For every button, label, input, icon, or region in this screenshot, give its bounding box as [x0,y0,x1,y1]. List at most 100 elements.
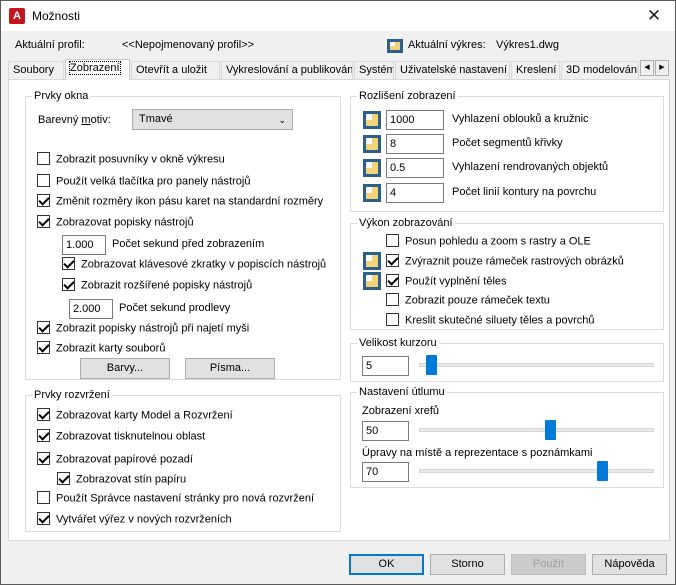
inplace-fade-slider[interactable] [419,469,654,473]
performance-setting-icon [363,252,381,270]
checkbox-model-layout-tabs[interactable]: Zobrazovat karty Model a Rozvržení [37,408,233,425]
checkbox-create-viewport[interactable]: Vytvářet výřez v nových rozvrženích [37,512,232,529]
profile-row: Aktuální profil: <<Nepojmenovaný profil>… [15,39,661,55]
polyline-segments-label: Počet segmentů křivky [452,137,563,149]
checkbox-solid-fill[interactable]: Použít vyplnění těles [386,274,507,291]
current-profile-label: Aktuální profil: [15,39,85,51]
inplace-fade-input[interactable]: 70 [362,462,409,482]
checkbox-text-frame[interactable]: Zobrazit pouze rámeček textu [386,293,550,310]
checkbox-large-buttons[interactable]: Použít velká tlačítka pro panely nástroj… [37,174,250,191]
checkbox-silhouettes[interactable]: Kreslit skutečné siluety těles a povrchů [386,313,595,330]
checkbox-paper-shadow[interactable]: Zobrazovat stín papíru [57,472,186,489]
tooltip-delay-input[interactable]: 1.000 [62,235,106,255]
color-scheme-label: Barevný motiv: [38,114,111,126]
inplace-slider-thumb[interactable] [596,461,608,481]
crosshair-size-input[interactable]: 5 [362,356,409,376]
rendered-smoothness-input[interactable]: 0.5 [386,158,444,178]
fonts-button[interactable]: Písma... [185,358,275,379]
apply-button[interactable]: Použít [511,554,586,575]
xref-fade-slider[interactable] [419,428,654,432]
crosshair-size-slider[interactable] [419,363,654,367]
checkbox-box[interactable] [37,152,50,165]
current-drawing-label: Aktuální výkres: [408,39,486,51]
tab-scroll-left-icon[interactable]: ◀ [640,60,654,76]
drawing-file-icon [387,39,403,53]
ok-button[interactable]: OK [349,554,424,575]
tab-otevrit-ulozit[interactable]: Otevřít a uložit [131,61,220,79]
contour-lines-label: Počet linií kontury na povrchu [452,186,597,198]
checkbox-shortcut-keys[interactable]: Zobrazovat klávesové zkratky v popiscích… [62,257,326,274]
checkbox-printable-area[interactable]: Zobrazovat tisknutelnou oblast [37,429,205,446]
current-profile-value: <<Nepojmenovaný profil>> [122,39,255,51]
current-drawing-value: Výkres1.dwg [496,39,559,51]
checkbox-box[interactable] [37,512,50,525]
checkbox-box[interactable] [37,429,50,442]
tab-kresleni[interactable]: Kreslení [511,61,560,79]
tab-strip: Soubory Zobrazení Otevřít a uložit Vykre… [8,59,670,80]
arc-smoothness-input[interactable]: 1000 [386,110,444,130]
checkbox-rollover-tooltips[interactable]: Zobrazit popisky nástrojů při najetí myš… [37,321,249,338]
display-performance-legend: Výkon zobrazování [359,217,453,229]
checkbox-box[interactable] [37,215,50,228]
checkbox-box[interactable] [386,254,399,267]
checkbox-box[interactable] [37,174,50,187]
fade-settings-legend: Nastavení útlumu [359,386,445,398]
polyline-segments-input[interactable]: 8 [386,134,444,154]
layout-elements-legend: Prvky rozvržení [34,389,110,401]
checkbox-box[interactable] [37,341,50,354]
checkbox-ribbon-icons[interactable]: Změnit rozměry ikon pásu karet na standa… [37,194,323,211]
tab-zobrazeni[interactable]: Zobrazení [65,59,130,80]
tab-vykreslovani[interactable]: Vykreslování a publikování [221,61,353,79]
autocad-logo-icon: A [9,8,25,24]
arc-smoothness-label: Vyhlazení oblouků a kružnic [452,113,589,125]
checkbox-box[interactable] [386,313,399,326]
checkbox-extended-tooltips[interactable]: Zobrazit rozšířené popisky nástrojů [62,278,252,295]
tab-3d-modelovani[interactable]: 3D modelování [561,61,639,79]
inplace-fade-label: Úpravy na místě a reprezentace s poznámk… [362,447,593,459]
checkbox-highlight-raster-frame[interactable]: Zvýraznit pouze rámeček rastrových obráz… [386,254,624,271]
crosshair-slider-thumb[interactable] [425,355,437,375]
window-title: Možnosti [32,9,81,23]
colors-button[interactable]: Barvy... [80,358,170,379]
checkbox-page-setup-manager[interactable]: Použít Správce nastavení stránky pro nov… [37,491,314,508]
window-elements-legend: Prvky okna [34,90,89,102]
display-tab-panel: Prvky okna Barevný motiv: Tmavé ⌄ Zobraz… [8,79,670,541]
checkbox-box[interactable] [386,274,399,287]
tab-scroll-right-icon[interactable]: ▶ [655,60,669,76]
checkbox-scrollbars[interactable]: Zobrazit posuvníky v okně výkresu [37,152,225,169]
extended-delay-label: Počet sekund prodlevy [119,302,231,314]
tab-soubory[interactable]: Soubory [8,61,64,79]
extended-delay-input[interactable]: 2.000 [69,299,113,319]
drawing-setting-icon [363,111,381,129]
checkbox-box[interactable] [57,472,70,485]
xref-fade-label: Zobrazení xrefů [362,405,440,417]
checkbox-pan-zoom-raster[interactable]: Posun pohledu a zoom s rastry a OLE [386,234,591,251]
checkbox-box[interactable] [62,257,75,270]
color-scheme-value: Tmavé [139,113,173,125]
help-button[interactable]: Nápověda [592,554,667,575]
cancel-button[interactable]: Storno [430,554,505,575]
checkbox-file-tabs[interactable]: Zobrazit karty souborů [37,341,165,358]
title-bar: A Možnosti ✕ [1,1,675,31]
checkbox-box[interactable] [386,293,399,306]
checkbox-box[interactable] [37,408,50,421]
tab-uzivatelske-nastaveni[interactable]: Uživatelské nastavení [395,61,510,79]
polyline-setting-icon [363,135,381,153]
checkbox-box[interactable] [62,278,75,291]
checkbox-box[interactable] [37,452,50,465]
xref-slider-thumb[interactable] [544,420,556,440]
checkbox-box[interactable] [37,491,50,504]
chevron-down-icon: ⌄ [278,115,286,125]
tab-system[interactable]: Systém [354,61,394,79]
checkbox-tooltips[interactable]: Zobrazovat popisky nástrojů [37,215,194,232]
options-dialog: A Možnosti ✕ Aktuální profil: <<Nepojmen… [0,0,676,585]
contour-lines-input[interactable]: 4 [386,183,444,203]
checkbox-paper-background[interactable]: Zobrazovat papírové pozadí [37,452,193,469]
checkbox-box[interactable] [386,234,399,247]
checkbox-box[interactable] [37,194,50,207]
checkbox-box[interactable] [37,321,50,334]
render-setting-icon [363,159,381,177]
close-icon[interactable]: ✕ [643,5,665,27]
xref-fade-input[interactable]: 50 [362,421,409,441]
color-scheme-dropdown[interactable]: Tmavé ⌄ [132,109,293,130]
